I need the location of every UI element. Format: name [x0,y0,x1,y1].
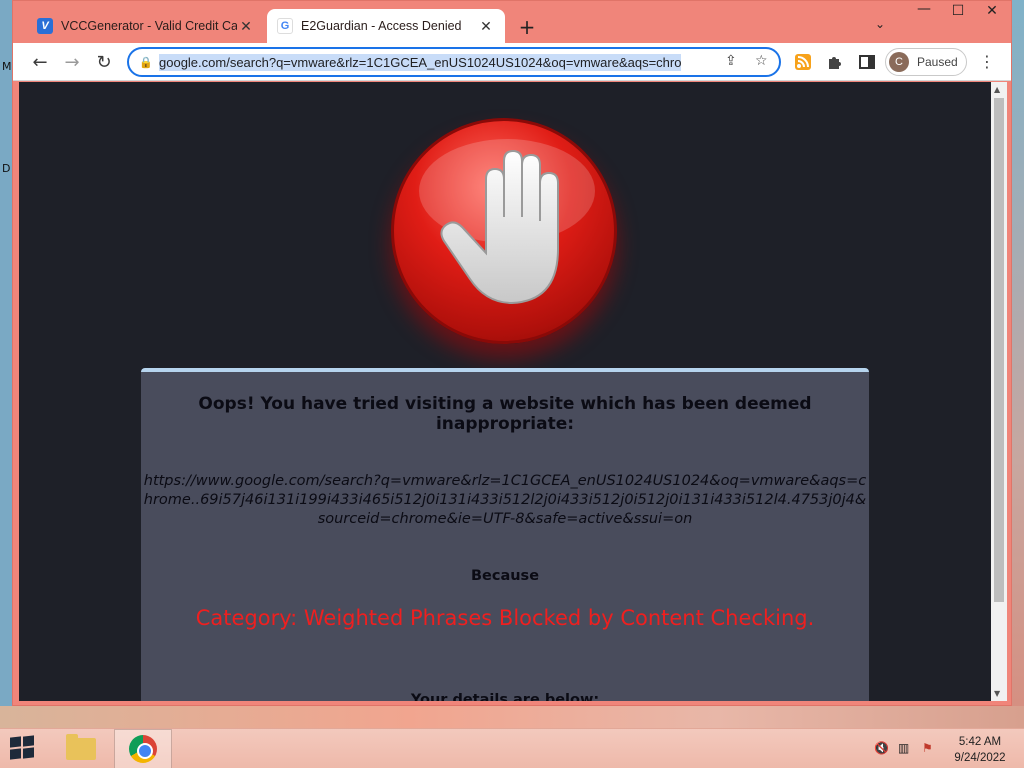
windows-logo-pane [23,735,34,747]
close-tab-icon[interactable]: ✕ [237,18,255,35]
windows-logo-pane [23,747,34,759]
windows-logo-pane [10,748,21,760]
rss-icon[interactable] [795,54,811,70]
scrollbar-thumb[interactable] [994,98,1004,602]
tab-title: VCCGenerator - Valid Credit Card [61,19,237,33]
network-icon[interactable]: ▥ [898,741,909,755]
clock-date: 9/24/2022 [954,752,1006,764]
close-window-button[interactable]: ✕ [977,3,1007,19]
browser-window: V VCCGenerator - Valid Credit Card ✕ G E… [12,0,1012,706]
file-explorer-taskbar-button[interactable] [52,729,110,768]
address-bar[interactable]: 🔒 google.com/search?q=vmware&rlz=1C1GCEA… [127,47,781,77]
access-denied-panel: Oops! You have tried visiting a website … [141,368,869,701]
tab-title: E2Guardian - Access Denied [301,19,462,33]
tab-strip: V VCCGenerator - Valid Credit Card ✕ G E… [13,1,1011,43]
folder-icon [66,734,96,760]
chrome-icon [129,735,157,763]
side-panel-icon[interactable] [859,54,875,70]
page-content: Oops! You have tried visiting a website … [19,82,991,701]
lock-icon[interactable]: 🔒 [139,56,153,69]
reload-button[interactable]: ↻ [91,50,117,74]
clock-time: 5:42 AM [958,736,1002,748]
profile-button[interactable]: C Paused [885,48,967,76]
desktop-wallpaper-strip [0,706,1024,728]
volume-muted-icon[interactable]: 🔇 [874,741,889,755]
forward-button[interactable]: → [59,50,85,74]
back-button[interactable]: ← [27,50,53,74]
details-label: Your details are below: [410,692,600,701]
share-icon[interactable]: ⇪ [725,53,737,69]
windows-logo-pane [10,736,21,748]
tab-e2guardian[interactable]: G E2Guardian - Access Denied ✕ [267,9,505,43]
chrome-taskbar-button[interactable] [114,729,172,768]
start-button[interactable] [10,735,36,761]
scroll-up-arrow-icon[interactable]: ▲ [994,85,1000,94]
minimize-button[interactable]: — [909,1,939,17]
blocked-url: https://www.google.com/search?q=vmware&r… [143,473,867,527]
block-reason: Category: Weighted Phrases Blocked by Co… [195,606,815,630]
desktop-left-strip: M D [0,0,12,728]
new-tab-button[interactable]: + [515,15,539,39]
tab-vccgenerator[interactable]: V VCCGenerator - Valid Credit Card ✕ [27,9,265,43]
page-title: Oops! You have tried visiting a website … [198,394,812,434]
vcc-favicon-icon: V [37,18,53,34]
desktop-icon-label[interactable]: D [2,162,10,175]
maximize-button[interactable]: ☐ [943,3,973,19]
avatar: C [889,52,909,72]
stop-hand-icon [391,118,617,344]
page-scrollbar[interactable]: ▲ ▼ [991,82,1007,701]
extensions-puzzle-icon[interactable] [827,54,843,70]
address-bar-url[interactable]: google.com/search?q=vmware&rlz=1C1GCEA_e… [159,53,682,71]
taskbar: 🔇 ▥ ⚑ 5:42 AM 9/24/2022 [0,728,1024,768]
close-tab-icon[interactable]: ✕ [477,18,495,35]
action-center-flag-icon[interactable]: ⚑ [922,741,933,755]
profile-status: Paused [917,55,958,69]
google-favicon-icon: G [277,18,293,34]
bookmark-star-icon[interactable]: ☆ [755,53,768,69]
system-clock[interactable]: 5:42 AM 9/24/2022 [950,734,1010,766]
scroll-down-arrow-icon[interactable]: ▼ [994,689,1000,698]
desktop-icon-label[interactable]: M [2,60,12,73]
because-label: Because [470,568,540,584]
browser-toolbar: ← → ↻ 🔒 google.com/search?q=vmware&rlz=1… [13,43,1011,81]
browser-menu-icon[interactable]: ⋮ [979,52,995,71]
tab-search-chevron-icon[interactable]: ⌄ [875,17,885,31]
